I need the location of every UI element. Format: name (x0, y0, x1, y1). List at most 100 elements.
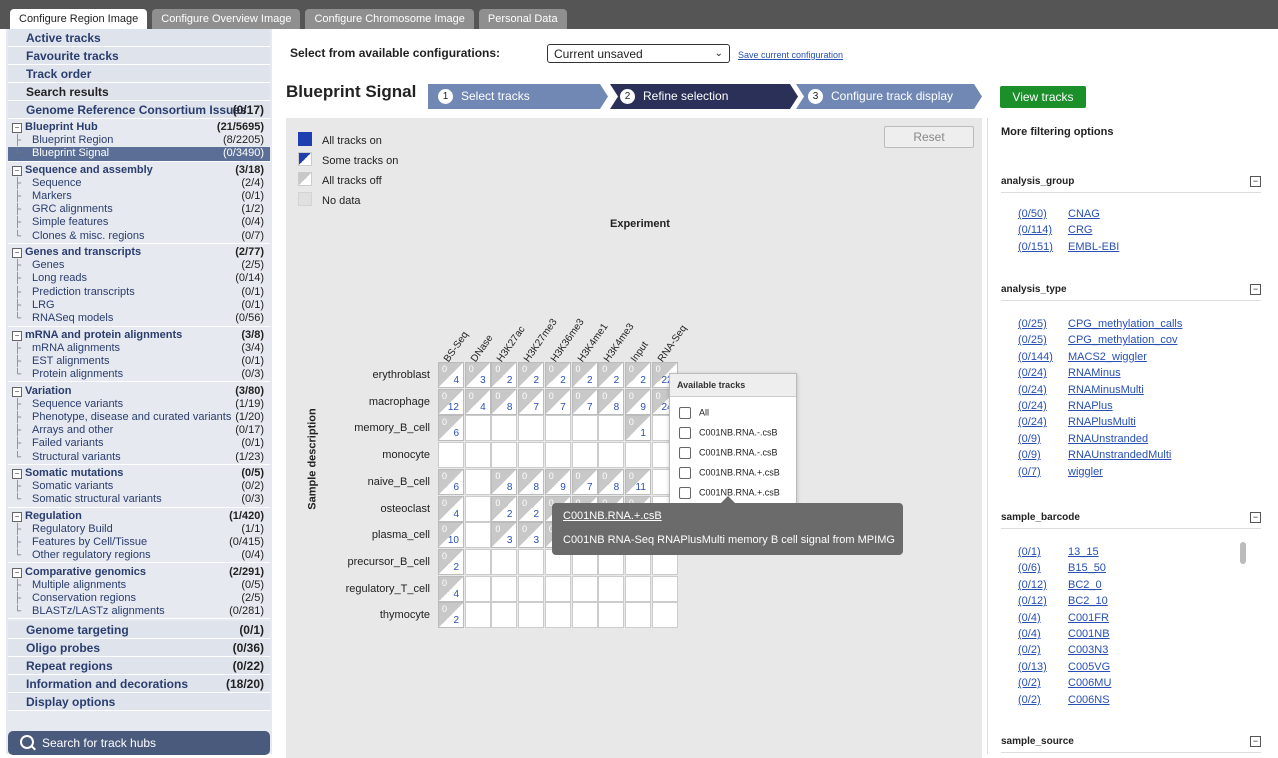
sidebar-item[interactable]: ├ Regulatory Build (1/1) (8, 523, 270, 536)
matrix-cell[interactable]: 03 (464, 362, 491, 388)
matrix-cell[interactable]: 08 (491, 468, 518, 495)
sidebar-item[interactable]: ├ EST alignments (0/1) (8, 355, 270, 368)
scrollbar-thumb[interactable] (1240, 542, 1246, 564)
sidebar-link[interactable]: Active tracks (8, 29, 270, 47)
matrix-cell[interactable]: 09 (624, 388, 651, 415)
row-label[interactable]: precursor_B_cell (326, 556, 430, 568)
sidebar-link[interactable]: Track order (8, 65, 270, 83)
collapse-icon[interactable]: − (12, 123, 22, 133)
tab-configure-region-image[interactable]: Configure Region Image (10, 9, 148, 29)
matrix-cell[interactable]: 07 (544, 388, 571, 415)
sidebar-group-header[interactable]: − Somatic mutations (0/5) (8, 467, 270, 480)
matrix-cell[interactable]: 02 (438, 548, 464, 575)
column-label[interactable]: Input (629, 340, 651, 365)
reset-button[interactable]: Reset (884, 126, 974, 148)
sidebar-item[interactable]: ├ Features by Cell/Tissue (0/415) (8, 536, 270, 549)
tab-configure-chromosome-image[interactable]: Configure Chromosome Image (305, 9, 474, 29)
sidebar-link[interactable]: Oligo probes (0/36) (8, 639, 270, 658)
matrix-cell[interactable]: 03 (518, 522, 545, 549)
matrix-cell[interactable]: 07 (571, 468, 598, 495)
sidebar-item[interactable]: ├ Markers (0/1) (8, 190, 270, 203)
step-select-tracks[interactable]: 1 Select tracks (428, 84, 608, 109)
sidebar-link[interactable]: Genome Reference Consortium Issues (0/17) (8, 101, 270, 119)
sidebar-item[interactable]: └ Protein alignments (0/3) (8, 368, 270, 381)
sidebar-group-header[interactable]: − Genes and transcripts (2/77) (8, 246, 270, 259)
sidebar-link[interactable]: Display options (8, 693, 270, 712)
sidebar-item[interactable]: ├ Long reads (0/14) (8, 272, 270, 285)
matrix-cell[interactable]: 04 (438, 362, 464, 388)
sidebar-item[interactable]: └ BLASTz/LASTz alignments (0/281) (8, 605, 270, 618)
sidebar-item[interactable]: └ Clones & misc. regions (0/7) (8, 230, 270, 243)
matrix-cell[interactable]: 02 (518, 495, 545, 522)
sidebar-item[interactable]: └ RNASeq models (0/56) (8, 312, 270, 325)
matrix-cell[interactable]: 08 (518, 468, 545, 495)
matrix-cell[interactable]: 06 (438, 468, 464, 495)
sidebar-item[interactable]: └ Structural variants (1/23) (8, 451, 270, 464)
sidebar-item[interactable]: ├ Multiple alignments (0/5) (8, 579, 270, 592)
matrix-cell[interactable]: 08 (598, 388, 625, 415)
row-label[interactable]: memory_B_cell (326, 422, 430, 434)
matrix-cell[interactable]: 06 (438, 415, 464, 442)
tab-personal-data[interactable]: Personal Data (478, 9, 567, 29)
sidebar-link[interactable]: Favourite tracks (8, 47, 270, 65)
sidebar-item[interactable]: ├ Somatic variants (0/2) (8, 480, 270, 493)
row-label[interactable]: thymocyte (326, 609, 430, 621)
sidebar-link[interactable]: Search results (8, 83, 270, 101)
tooltip-track-link[interactable]: C001NB.RNA.+.csB (563, 510, 662, 522)
sidebar-item[interactable]: ├ Arrays and other (0/17) (8, 424, 270, 437)
sidebar-link[interactable]: Repeat regions (0/22) (8, 657, 270, 676)
matrix-cell[interactable]: 08 (598, 468, 625, 495)
row-label[interactable]: monocyte (326, 449, 430, 461)
sidebar-group-header[interactable]: − Sequence and assembly (3/18) (8, 164, 270, 177)
step-refine-selection[interactable]: 2 Refine selection (610, 84, 798, 109)
matrix-cell[interactable]: 02 (544, 362, 571, 388)
matrix-cell[interactable]: 0 10 (438, 522, 464, 549)
popup-item[interactable]: C001NB.RNA.-.csB (679, 447, 778, 459)
matrix-cell[interactable]: 02 (491, 362, 518, 388)
collapse-icon[interactable]: − (12, 386, 22, 397)
sidebar-item[interactable]: ├ Sequence (2/4) (8, 177, 270, 190)
popup-item[interactable]: C001NB.RNA.+.csB (679, 467, 780, 479)
sidebar-item[interactable]: ├ Phenotype, disease and curated variants… (8, 411, 270, 424)
save-configuration-link[interactable]: Save current configuration (738, 50, 843, 60)
popup-item-all[interactable]: All (679, 407, 709, 419)
matrix-cell[interactable]: 01 (624, 415, 651, 442)
sidebar-item[interactable]: ├ Blueprint Region (8/2205) (8, 134, 270, 147)
sidebar-group-header[interactable]: − Comparative genomics (2/291) (8, 566, 270, 579)
sidebar-item[interactable]: ├ Prediction transcripts (0/1) (8, 286, 270, 299)
matrix-cell[interactable]: 04 (464, 388, 491, 415)
collapse-icon[interactable]: − (12, 248, 22, 259)
sidebar-item[interactable]: ├ Genes (2/5) (8, 259, 270, 272)
collapse-icon[interactable]: − (1250, 512, 1261, 523)
sidebar-link[interactable]: Genome targeting (0/1) (8, 621, 270, 640)
sidebar-group-header[interactable]: − Blueprint Hub (21/5695) (8, 121, 270, 134)
row-label[interactable]: erythroblast (326, 369, 430, 381)
config-select[interactable]: Current unsaved ⌄ (547, 44, 730, 63)
matrix-cell[interactable]: 08 (491, 388, 518, 415)
matrix-cell[interactable]: 09 (544, 468, 571, 495)
matrix-cell[interactable]: 02 (518, 362, 545, 388)
matrix-cell[interactable]: 03 (491, 522, 518, 549)
sidebar-item[interactable]: ├ Failed variants (0/1) (8, 437, 270, 450)
matrix-cell[interactable]: 02 (571, 362, 598, 388)
sidebar-item[interactable]: └ Somatic structural variants (0/3) (8, 493, 270, 506)
matrix-cell[interactable]: 04 (438, 575, 464, 602)
matrix-cell[interactable]: 07 (571, 388, 598, 415)
view-tracks-button[interactable]: View tracks (1000, 86, 1086, 108)
matrix-cell[interactable]: 04 (438, 495, 464, 522)
search-track-hubs-button[interactable]: Search for track hubs (8, 731, 270, 755)
row-label[interactable]: osteoclast (326, 503, 430, 515)
sidebar-item[interactable]: ├ mRNA alignments (3/4) (8, 342, 270, 355)
matrix-cell[interactable]: 02 (624, 362, 651, 388)
popup-item[interactable]: C001NB.RNA.-.csB (679, 427, 778, 439)
collapse-icon[interactable]: − (1250, 176, 1261, 187)
sidebar-item[interactable]: ├ Conservation regions (2/5) (8, 592, 270, 605)
matrix-cell[interactable]: 02 (598, 362, 625, 388)
collapse-icon[interactable]: − (12, 469, 22, 479)
matrix-cell[interactable]: 02 (438, 602, 464, 629)
sidebar-item[interactable]: ├ GRC alignments (1/2) (8, 203, 270, 216)
matrix-cell[interactable]: 0 12 (438, 388, 464, 415)
sidebar-link[interactable]: Information and decorations (18/20) (8, 675, 270, 694)
row-label[interactable]: regulatory_T_cell (326, 583, 430, 595)
tab-configure-overview-image[interactable]: Configure Overview Image (152, 9, 301, 29)
